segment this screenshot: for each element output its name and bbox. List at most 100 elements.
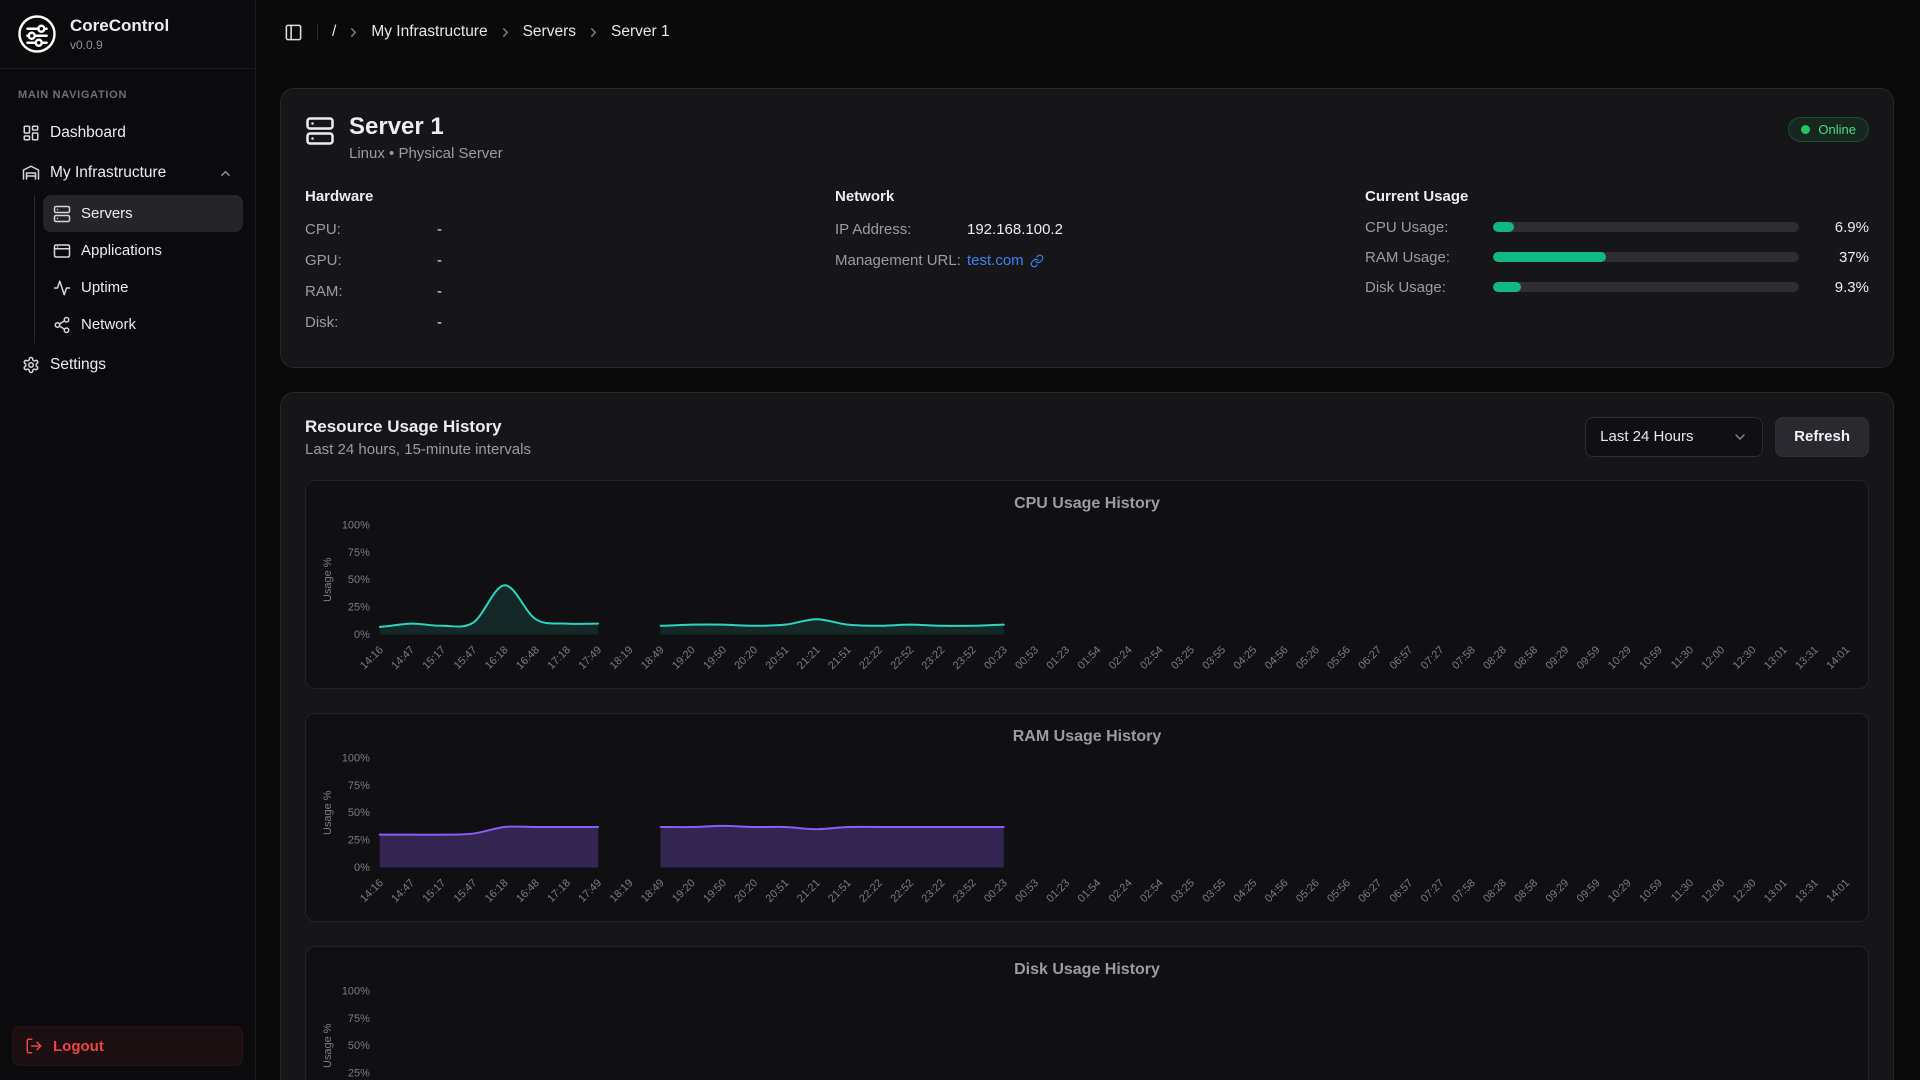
app-window-icon (53, 242, 71, 260)
nav-label: Servers (81, 205, 133, 222)
svg-text:00:23: 00:23 (982, 644, 1010, 672)
ram-chart-title: RAM Usage History (314, 724, 1860, 750)
sidebar-item-my-infrastructure[interactable]: My Infrastructure (12, 153, 243, 193)
svg-text:05:26: 05:26 (1294, 877, 1322, 905)
breadcrumb-current-page: Server 1 (611, 23, 670, 41)
nav-label: Dashboard (50, 124, 126, 142)
ip-address-value: 192.168.100.2 (967, 221, 1063, 238)
server-subtitle: Linux • Physical Server (349, 145, 503, 162)
svg-text:02:54: 02:54 (1138, 877, 1166, 905)
sidebar-item-uptime[interactable]: Uptime (43, 269, 243, 306)
sidebar-toggle-button[interactable] (284, 23, 303, 42)
svg-text:08:58: 08:58 (1512, 644, 1540, 672)
nav-label: My Infrastructure (50, 164, 166, 182)
sidebar-item-servers[interactable]: Servers (43, 195, 243, 232)
svg-text:11:30: 11:30 (1669, 644, 1696, 671)
management-url-link[interactable]: test.com (967, 252, 1044, 269)
svg-text:23:52: 23:52 (951, 644, 979, 672)
svg-text:100%: 100% (342, 519, 370, 531)
svg-text:17:18: 17:18 (545, 877, 573, 905)
svg-text:08:58: 08:58 (1512, 877, 1540, 905)
logout-icon (25, 1037, 43, 1055)
time-range-value: Last 24 Hours (1600, 428, 1693, 445)
refresh-button[interactable]: Refresh (1775, 417, 1869, 457)
svg-text:15:17: 15:17 (420, 877, 448, 905)
svg-text:14:47: 14:47 (389, 644, 417, 672)
svg-text:13:31: 13:31 (1793, 877, 1821, 905)
network-share-icon (53, 316, 71, 334)
sidebar-item-dashboard[interactable]: Dashboard (12, 113, 243, 153)
breadcrumb-root[interactable]: / (332, 23, 336, 41)
disk-chart-title: Disk Usage History (314, 957, 1860, 983)
sidebar-item-network[interactable]: Network (43, 306, 243, 343)
disk-usage-progressbar (1493, 282, 1799, 292)
sidebar-footer: Logout (0, 1012, 255, 1080)
svg-text:19:20: 19:20 (670, 877, 698, 905)
sidebar-item-applications[interactable]: Applications (43, 232, 243, 269)
svg-text:75%: 75% (348, 547, 370, 559)
nav-section-label: MAIN NAVIGATION (12, 89, 243, 101)
svg-text:14:16: 14:16 (358, 644, 386, 672)
app-root: CoreControl v0.0.9 MAIN NAVIGATION Dashb… (0, 0, 1920, 1080)
main-area: / My Infrastructure Servers Server 1 (256, 0, 1920, 1080)
cpu-chart-title: CPU Usage History (314, 491, 1860, 517)
chevron-right-icon (346, 25, 361, 40)
link-icon (1030, 254, 1044, 268)
logout-label: Logout (53, 1038, 104, 1055)
breadcrumb-servers[interactable]: Servers (523, 23, 576, 41)
svg-text:05:56: 05:56 (1325, 877, 1353, 905)
hardware-row-ram: RAM: - (305, 281, 809, 303)
svg-text:25%: 25% (348, 835, 370, 847)
server-rack-icon (305, 116, 335, 162)
svg-text:50%: 50% (348, 807, 370, 819)
svg-text:23:22: 23:22 (920, 644, 948, 672)
svg-text:09:59: 09:59 (1575, 877, 1603, 905)
svg-text:10:29: 10:29 (1606, 644, 1634, 672)
page-title: Server 1 (349, 113, 503, 142)
svg-text:0%: 0% (354, 862, 370, 874)
svg-text:14:01: 14:01 (1824, 644, 1852, 672)
sidebar: CoreControl v0.0.9 MAIN NAVIGATION Dashb… (0, 0, 256, 1080)
sidebar-item-settings[interactable]: Settings (12, 345, 243, 385)
svg-text:00:53: 00:53 (1013, 877, 1041, 905)
svg-text:17:49: 17:49 (576, 877, 604, 905)
main-scroll-area[interactable]: Server 1 Linux • Physical Server Online (256, 64, 1920, 1080)
infrastructure-icon (22, 164, 40, 182)
app-name: CoreControl (70, 16, 169, 36)
corecontrol-logo-icon (16, 13, 58, 55)
svg-text:100%: 100% (342, 753, 370, 765)
svg-text:02:24: 02:24 (1107, 644, 1135, 672)
svg-text:12:00: 12:00 (1699, 877, 1727, 905)
disk-usage-history-panel: Disk Usage History 0%25%50%75%100%Usage … (305, 946, 1869, 1080)
svg-text:15:47: 15:47 (452, 644, 480, 672)
chevron-up-icon (218, 166, 233, 181)
nav-label: Settings (50, 356, 106, 374)
disk-usage-history-chart: 0%25%50%75%100%Usage %14:1614:4715:1715:… (314, 983, 1860, 1080)
hardware-column: Hardware CPU: - GPU: - RAM: - (305, 188, 809, 343)
logout-button[interactable]: Logout (12, 1026, 243, 1066)
network-row-ip: IP Address: 192.168.100.2 (835, 219, 1339, 241)
svg-text:21:51: 21:51 (826, 877, 854, 905)
hardware-row-disk: Disk: - (305, 312, 809, 334)
svg-text:Usage %: Usage % (322, 1024, 334, 1069)
svg-text:08:28: 08:28 (1481, 644, 1509, 672)
history-subtitle: Last 24 hours, 15-minute intervals (305, 441, 531, 458)
svg-text:75%: 75% (348, 1013, 370, 1025)
svg-text:15:17: 15:17 (420, 644, 448, 672)
svg-text:20:51: 20:51 (764, 644, 792, 672)
network-row-management-url: Management URL: test.com (835, 250, 1339, 272)
time-range-select[interactable]: Last 24 Hours (1585, 417, 1763, 457)
svg-text:100%: 100% (342, 986, 370, 998)
network-heading: Network (835, 188, 1339, 205)
svg-text:01:23: 01:23 (1044, 877, 1072, 905)
network-column: Network IP Address: 192.168.100.2 Manage… (835, 188, 1339, 343)
online-dot-icon (1801, 125, 1810, 134)
svg-text:04:56: 04:56 (1263, 644, 1291, 672)
svg-text:10:29: 10:29 (1606, 877, 1634, 905)
svg-text:03:55: 03:55 (1200, 644, 1228, 672)
svg-text:Usage %: Usage % (322, 557, 334, 602)
svg-text:13:31: 13:31 (1793, 644, 1821, 672)
breadcrumb-my-infrastructure[interactable]: My Infrastructure (371, 23, 487, 41)
ram-usage-history-chart: 0%25%50%75%100%Usage %14:1614:4715:1715:… (314, 750, 1860, 921)
svg-text:16:18: 16:18 (483, 877, 511, 905)
